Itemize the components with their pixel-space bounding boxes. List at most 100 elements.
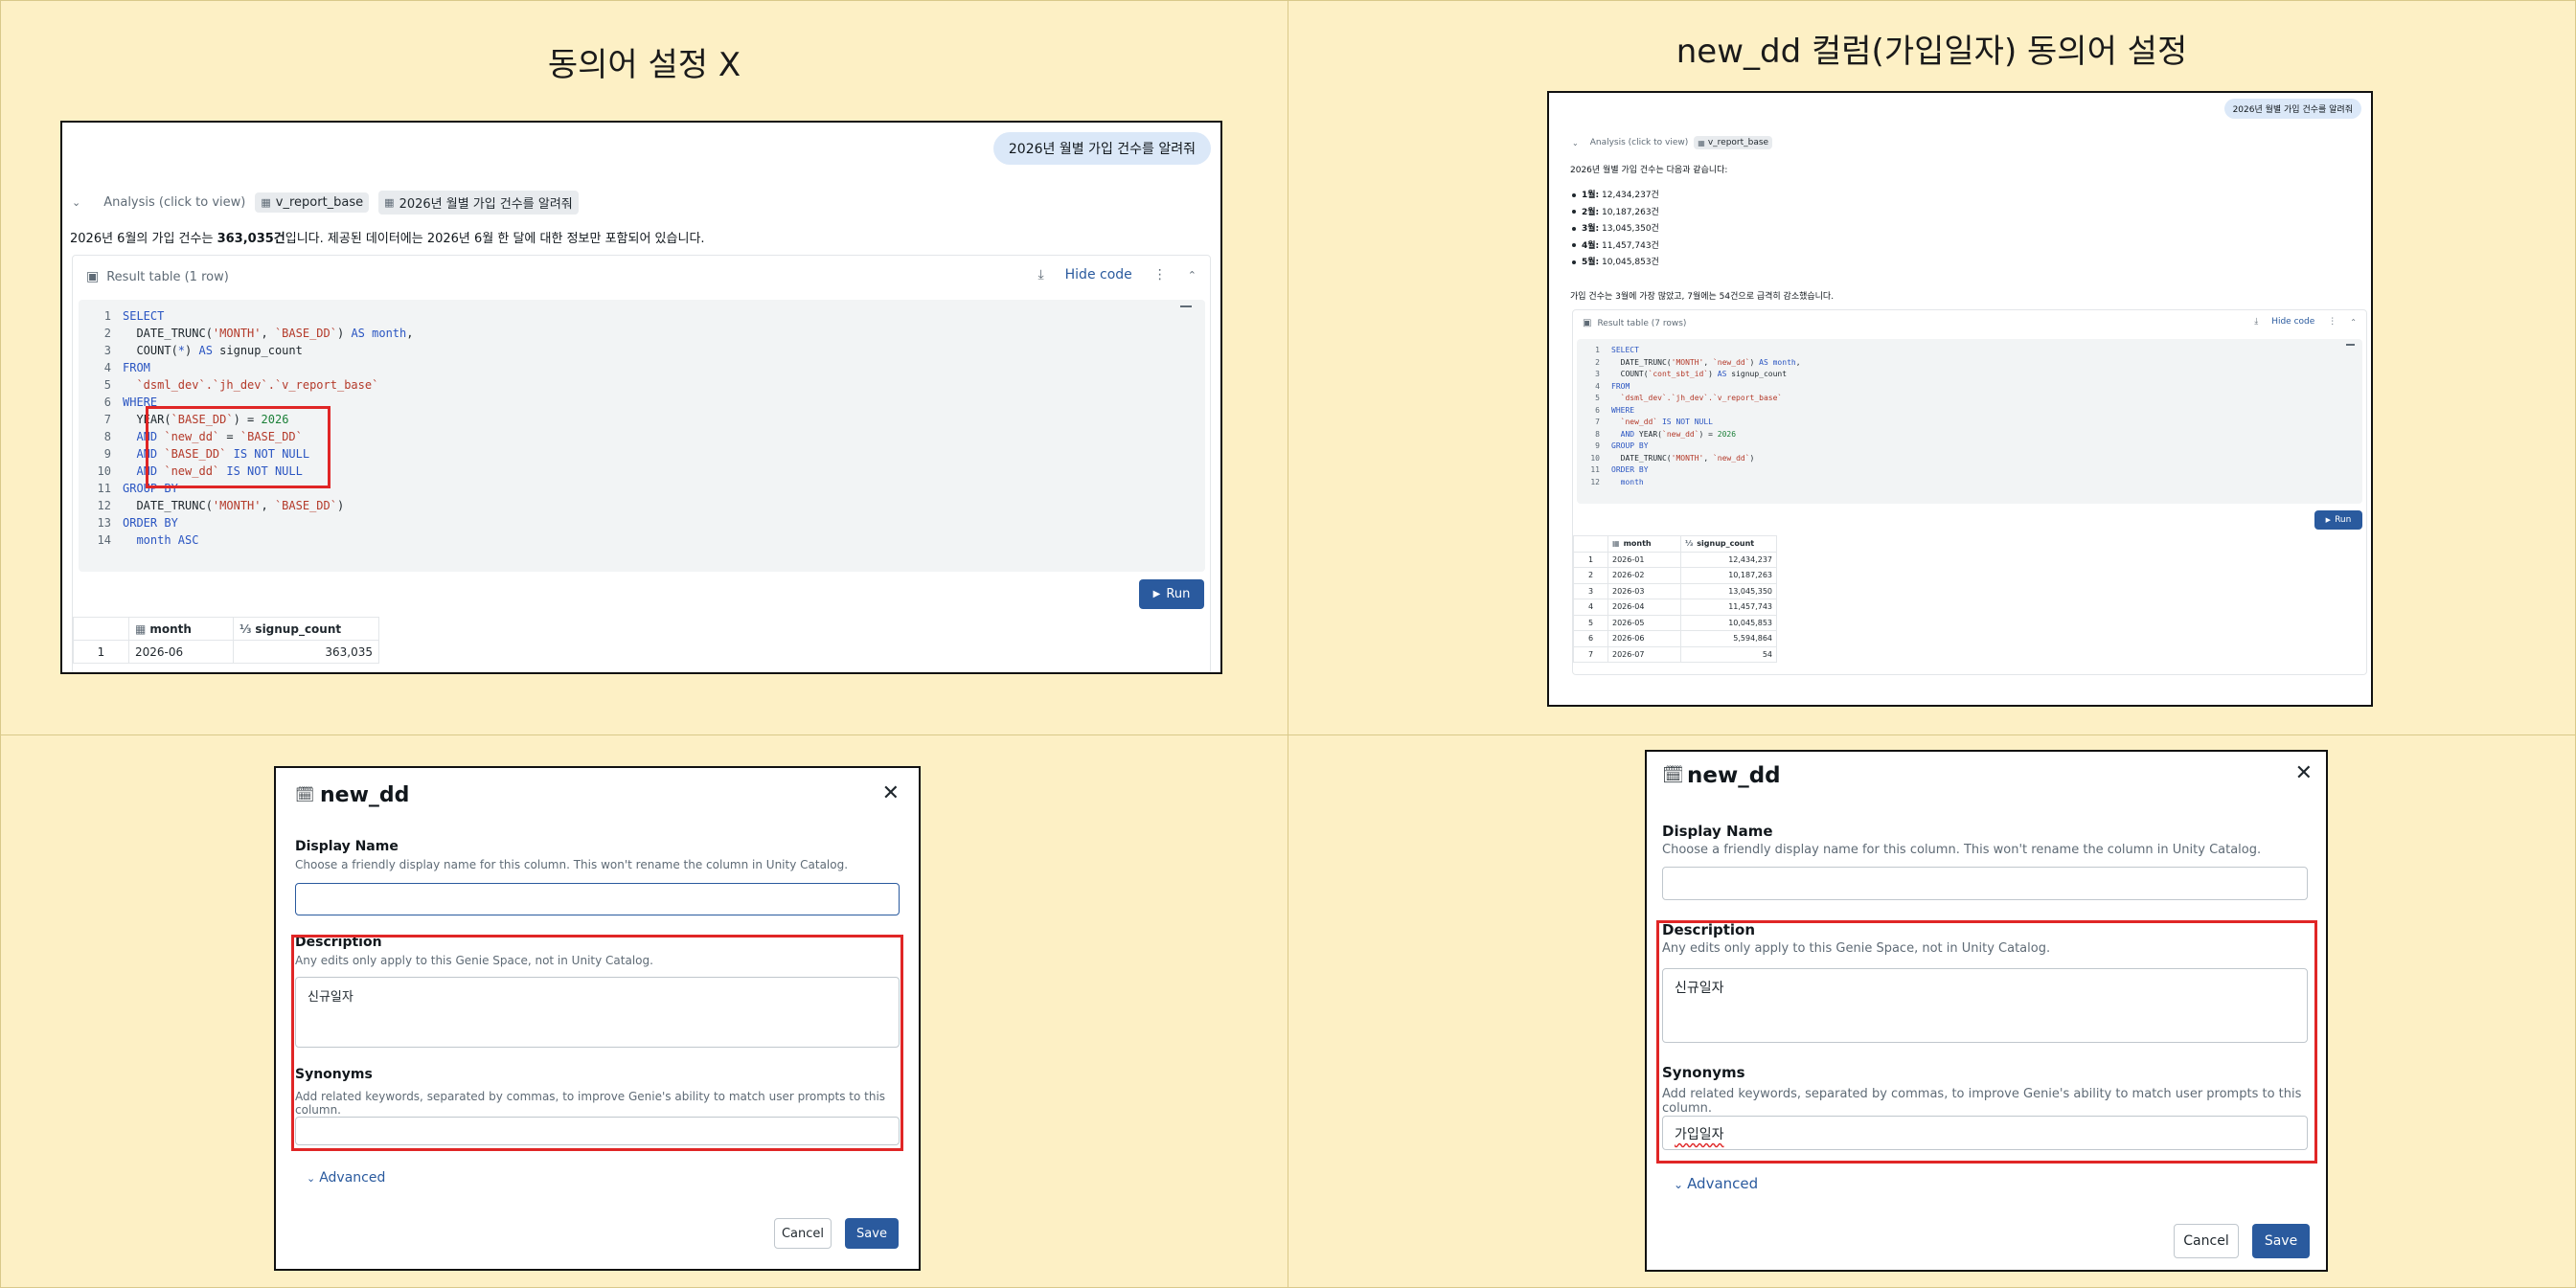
sql-code-block[interactable]: 1 SELECT 2 DATE_TRUNC('MONTH', `new_dd`) A… bbox=[1577, 339, 2362, 504]
analysis-label[interactable]: Analysis (click to view) bbox=[103, 195, 245, 210]
code-lines: 1 SELECT 2 DATE_TRUNC('MONTH', `new_dd`) A… bbox=[1586, 345, 1801, 488]
close-icon[interactable]: ✕ bbox=[2295, 761, 2313, 785]
line-number: 2 bbox=[1595, 357, 1600, 367]
display-name-label: Display Name bbox=[295, 839, 399, 854]
code-line: 14 month ASC bbox=[92, 531, 413, 549]
signup-count-cell: 12,434,237 bbox=[1680, 551, 1777, 568]
bullet-value: 12,434,237건 bbox=[1599, 191, 1659, 200]
code-token: 'MONTH' bbox=[212, 499, 262, 512]
signup-count-cell: 5,594,864 bbox=[1680, 630, 1777, 647]
modal-title: new_dd bbox=[320, 783, 410, 807]
assistant-answer: 2026년 6월의 가입 건수는 363,035건입니다. 제공된 데이터에는 … bbox=[70, 228, 705, 246]
line-number: 8 bbox=[103, 430, 111, 443]
month-cell: 2026-03 bbox=[1607, 582, 1681, 599]
column-header-label: signup_count bbox=[1697, 539, 1755, 549]
code-token: DATE_TRUNC( bbox=[1611, 453, 1672, 463]
code-line: 2 DATE_TRUNC('MONTH', `new_dd`) AS month… bbox=[1586, 357, 1800, 370]
answer-highlight: 363,035건 bbox=[217, 232, 285, 246]
query-chip[interactable]: ▦ 2026년 월별 가입 건수를 알려줘 bbox=[378, 191, 579, 215]
table-chip-label: v_report_base bbox=[275, 195, 364, 210]
display-name-input[interactable] bbox=[295, 883, 900, 915]
line-number: 1 bbox=[103, 309, 111, 323]
hide-code-link[interactable]: Hide code bbox=[2271, 317, 2314, 327]
more-icon[interactable]: ⋮ bbox=[2328, 317, 2337, 327]
analysis-row[interactable]: ⌄ Analysis (click to view) ▦ v_report_ba… bbox=[1572, 136, 1773, 149]
answer-bullet-list: 1월: 12,434,237건 2월: 10,187,263건 3월: 13,045… bbox=[1572, 188, 1659, 272]
more-icon[interactable]: ⋮ bbox=[1153, 267, 1167, 282]
bullet-icon bbox=[1572, 226, 1576, 231]
code-token: ) bbox=[1749, 453, 1755, 463]
save-button[interactable]: Save bbox=[2252, 1224, 2310, 1258]
code-line: 3 COUNT(`cont_sbt_id`) AS signup_count bbox=[1586, 369, 1801, 381]
code-token: month ASC bbox=[123, 533, 199, 547]
table-icon: ▦ bbox=[1698, 138, 1705, 147]
code-line: 4 FROM bbox=[1586, 381, 1801, 394]
code-line: 9 GROUP BY bbox=[1586, 441, 1801, 453]
column-header-month[interactable]: ▦ month bbox=[1607, 535, 1681, 553]
display-name-label: Display Name bbox=[1662, 823, 1773, 840]
list-item: 1월: 12,434,237건 bbox=[1572, 188, 1659, 205]
code-token: COUNT( bbox=[1611, 370, 1649, 378]
table-icon: ▣ bbox=[86, 269, 100, 284]
line-number: 8 bbox=[1595, 429, 1600, 439]
code-token: AS bbox=[198, 344, 213, 357]
result-title: Result table (1 row) bbox=[106, 269, 229, 284]
display-name-hint: Choose a friendly display name for this … bbox=[1662, 843, 2262, 857]
code-token: , bbox=[406, 327, 414, 340]
bullet-month: 4월: bbox=[1582, 240, 1600, 251]
code-token: , bbox=[261, 327, 275, 340]
code-token: IS NOT NULL bbox=[1657, 418, 1713, 426]
bullet-month: 5월: bbox=[1582, 258, 1600, 267]
run-button[interactable]: ▶ Run bbox=[2314, 510, 2362, 530]
code-token: `dsml_dev`.`jh_dev`.`v_report_base` bbox=[1611, 394, 1783, 402]
code-token: YEAR( bbox=[1638, 429, 1662, 439]
code-token: `new_dd` bbox=[1712, 453, 1750, 463]
chevron-down-icon[interactable]: ⌄ bbox=[1572, 139, 1579, 147]
table-chip[interactable]: ▦ v_report_base bbox=[255, 192, 370, 213]
code-token: , bbox=[261, 499, 275, 512]
line-number: 12 bbox=[97, 499, 111, 512]
signup-count-cell: 54 bbox=[1680, 645, 1777, 663]
code-fold-bar[interactable] bbox=[1180, 305, 1192, 307]
run-button[interactable]: ▶ Run bbox=[1139, 579, 1204, 609]
line-number: 5 bbox=[1595, 394, 1600, 402]
download-icon[interactable]: ⤓ bbox=[2254, 317, 2258, 327]
column-header-signup-count[interactable]: ⅓ signup_count bbox=[233, 617, 379, 641]
table-icon: ▦ bbox=[261, 196, 271, 209]
calendar-icon: 🗓 bbox=[1662, 765, 1684, 785]
analysis-label[interactable]: Analysis (click to view) bbox=[1590, 138, 1689, 147]
analysis-row[interactable]: ⌄ Analysis (click to view) ▦ v_report_ba… bbox=[72, 191, 579, 215]
query-chip-label: 2026년 월별 가입 건수를 알려줘 bbox=[399, 197, 573, 212]
table-chip[interactable]: ▦ v_report_base bbox=[1694, 136, 1773, 149]
row-index: 4 bbox=[1573, 599, 1608, 616]
collapse-icon[interactable]: ⌃ bbox=[1188, 269, 1197, 282]
code-token: WHERE bbox=[1611, 405, 1635, 415]
save-button[interactable]: Save bbox=[845, 1218, 899, 1249]
column-header-signup-count[interactable]: ⅓ signup_count bbox=[1680, 535, 1777, 553]
advanced-toggle[interactable]: ⌄ Advanced bbox=[1674, 1175, 1758, 1192]
list-item: 4월: 11,457,743건 bbox=[1572, 238, 1659, 256]
table-icon: ▦ bbox=[384, 196, 395, 209]
table-row: 6 2026-06 5,594,864 bbox=[1573, 630, 1777, 647]
code-token: DATE_TRUNC( bbox=[123, 327, 213, 340]
bullet-month: 1월: bbox=[1582, 191, 1600, 200]
sql-code-block[interactable]: 1 SELECT 2 DATE_TRUNC('MONTH', `BASE_DD`) … bbox=[79, 300, 1205, 572]
result-header: ▣ Result table (1 row) bbox=[86, 269, 229, 284]
collapse-icon[interactable]: ⌃ bbox=[2350, 318, 2357, 327]
code-token: 'MONTH' bbox=[212, 327, 262, 340]
code-token: ) bbox=[336, 327, 352, 340]
code-token: month bbox=[1611, 477, 1644, 486]
month-cell: 2026-02 bbox=[1607, 567, 1681, 584]
column-header-month[interactable]: ▦ month bbox=[128, 617, 234, 641]
advanced-toggle[interactable]: ⌄ Advanced bbox=[307, 1170, 385, 1186]
download-icon[interactable]: ⤓ bbox=[1037, 267, 1043, 282]
cancel-button[interactable]: Cancel bbox=[774, 1218, 832, 1249]
cancel-button[interactable]: Cancel bbox=[2174, 1224, 2239, 1258]
code-fold-bar[interactable] bbox=[2346, 344, 2355, 346]
chevron-down-icon[interactable]: ⌄ bbox=[72, 196, 80, 209]
table-row: 2 2026-02 10,187,263 bbox=[1573, 567, 1777, 584]
result-actions: ⤓ Hide code ⋮ ⌃ bbox=[2254, 317, 2357, 327]
close-icon[interactable]: ✕ bbox=[882, 781, 900, 805]
display-name-input[interactable] bbox=[1662, 867, 2308, 900]
hide-code-link[interactable]: Hide code bbox=[1065, 267, 1132, 282]
